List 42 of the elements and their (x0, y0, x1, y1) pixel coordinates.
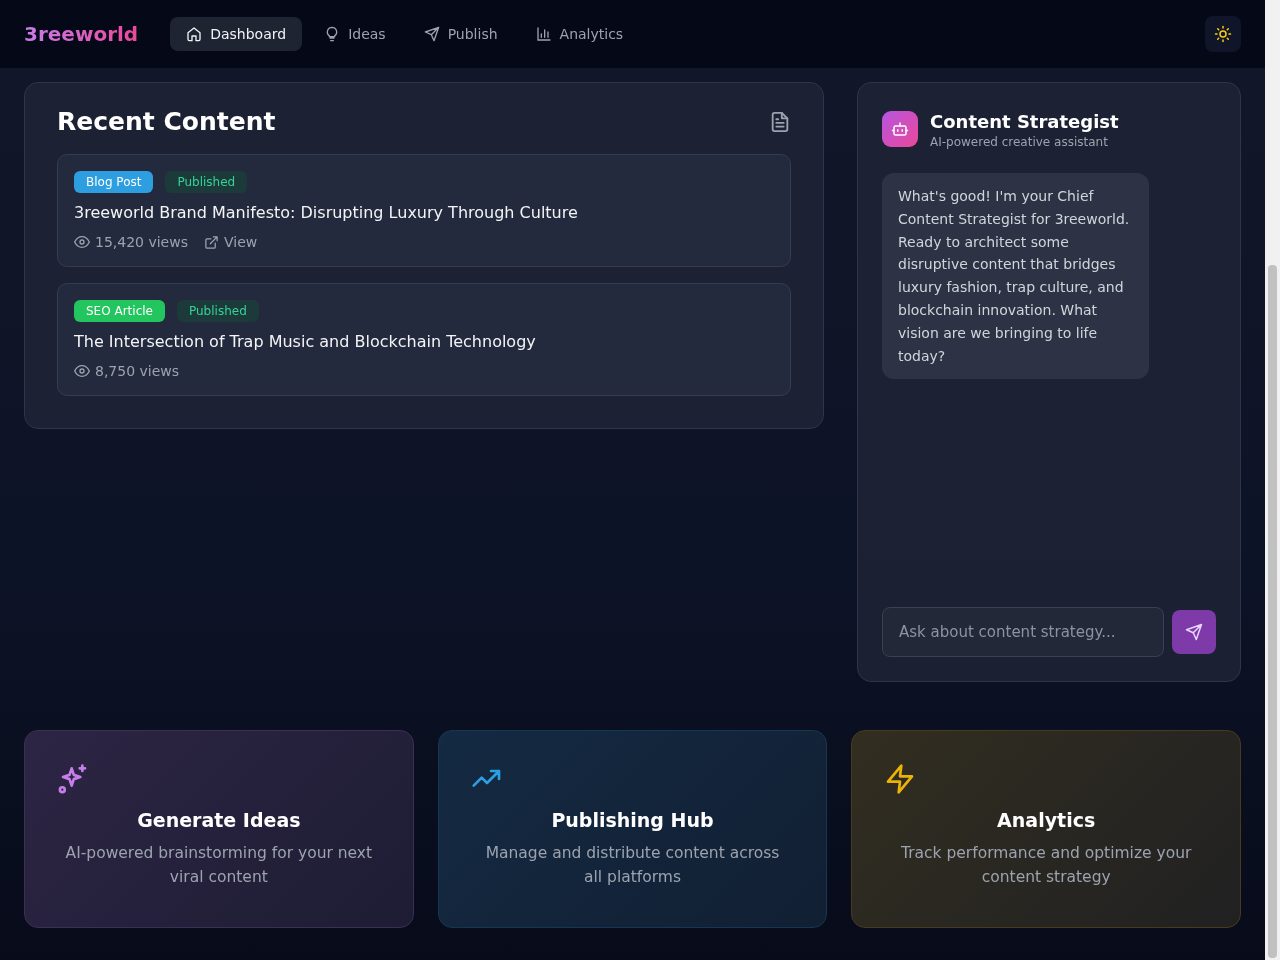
content-item[interactable]: SEO Article Published The Intersection of Trap Music and Blockchain Technology 8,750 views (57, 283, 791, 396)
status-tag: Published (176, 300, 259, 322)
send-button[interactable] (1172, 610, 1216, 654)
scrollbar[interactable] (1265, 0, 1280, 960)
eye-icon (74, 234, 90, 250)
send-icon (423, 26, 440, 42)
eye-icon (74, 363, 90, 379)
view-count: 8,750 views (95, 363, 180, 379)
feature-card[interactable]: Generate Ideas AI-powered brainstorming for your next viral content (24, 730, 414, 928)
type-tag: SEO Article (74, 300, 165, 322)
nav-tab[interactable]: Dashboard (170, 17, 303, 51)
nav-tab[interactable]: Ideas (308, 17, 402, 51)
theme-toggle-button[interactable] (1205, 16, 1241, 52)
content-title: The Intersection of Trap Music and Blockchain Technology (74, 332, 537, 351)
bar-chart-icon (535, 26, 552, 42)
type-tag: Blog Post (74, 171, 154, 193)
assistant-subtitle: AI-powered creative assistant (930, 135, 1109, 149)
view-count: 15,420 views (95, 234, 188, 250)
chat-message: What's good! I'm your Chief Content Strategist for 3reeworld. Ready to architect some disruptive content that bridges luxury fashion, trap culture, and blockchain innovation. What vision are we bringing to life today? (882, 173, 1149, 380)
view-link[interactable]: View (203, 234, 258, 250)
content-item[interactable]: Blog Post Published 3reeworld Brand Manifesto: Disrupting Luxury Through Culture 15,420 views View (57, 154, 791, 267)
feature-description: Manage and distribute content across all platforms (484, 843, 781, 888)
send-icon (1185, 623, 1203, 641)
feature-title: Publishing Hub (550, 809, 715, 831)
content-title: 3reeworld Brand Manifesto: Disrupting Luxury Through Culture (74, 203, 579, 222)
feature-title: Generate Ideas (136, 809, 302, 831)
document-icon[interactable] (769, 110, 791, 133)
feature-title: Analytics (996, 809, 1097, 831)
nav-tab[interactable]: Publish (407, 17, 514, 51)
home-icon (186, 26, 203, 42)
feature-card[interactable]: Publishing Hub Manage and distribute content across all platforms (437, 730, 828, 928)
assistant-name: Content Strategist (930, 111, 1119, 132)
feature-description: Track performance and optimize your content strategy (900, 843, 1193, 888)
external-link-icon (203, 234, 219, 250)
section-title: Recent Content (57, 107, 276, 136)
feature-card[interactable]: Analytics Track performance and optimize your content strategy (851, 730, 1241, 928)
chat-input-field[interactable]: Ask about content strategy... (882, 607, 1164, 657)
status-tag: Published (165, 171, 248, 193)
sun-icon (1214, 25, 1232, 43)
feature-description: AI-powered brainstorming for your next viral content (64, 843, 374, 888)
robot-icon (891, 120, 909, 138)
nav-tab[interactable]: Analytics (519, 17, 640, 51)
